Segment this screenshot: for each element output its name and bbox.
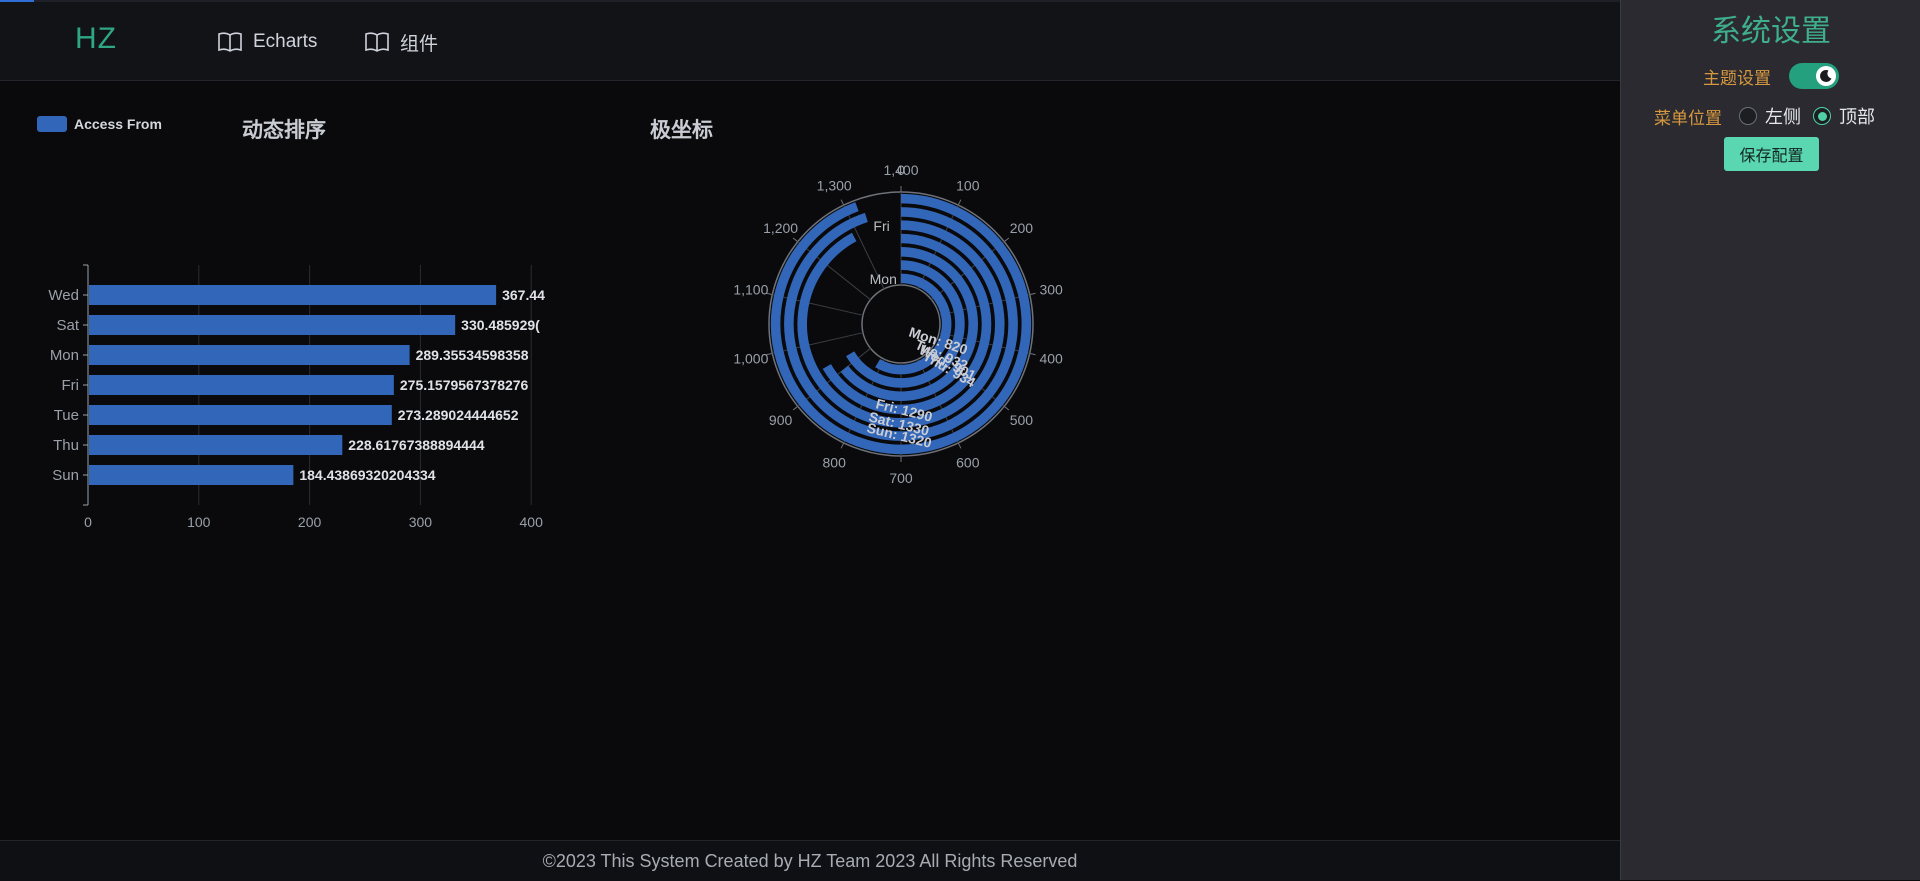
bar <box>89 435 343 455</box>
angle-tick-label: 800 <box>823 455 847 471</box>
app-logo[interactable]: HZ <box>75 22 117 56</box>
category-label: Thu <box>53 437 79 454</box>
polar-tick <box>1029 352 1036 356</box>
bar <box>89 345 410 365</box>
menu-position-top-radio[interactable]: 顶部 <box>1813 103 1875 129</box>
settings-panel: 系统设置 主题设置 菜单位置 左侧 顶部 保存配置 <box>1620 0 1920 880</box>
main-content: Access From 动态排序 0 100 200 300 400 Wed 367.44 S… <box>0 81 1620 841</box>
polar-tick <box>840 442 845 449</box>
nav-label-components: 组件 <box>400 33 439 55</box>
radio-circle-checked <box>1813 107 1831 125</box>
bar <box>89 375 394 395</box>
polar-tick <box>792 237 799 243</box>
category-label: Mon <box>50 347 79 364</box>
menu-position-label: 菜单位置 <box>1654 109 1722 128</box>
angle-tick-label: 900 <box>769 412 793 428</box>
value-label: 289.35534598358 <box>416 347 529 363</box>
theme-setting-label: 主题设置 <box>1703 69 1771 88</box>
angle-tick-label: 1,300 <box>817 177 852 193</box>
radio-label-left: 左侧 <box>1765 107 1801 127</box>
category-label: Wed <box>48 287 79 304</box>
x-tick-label: 300 <box>409 514 433 530</box>
value-label: 367.44 <box>502 287 545 303</box>
value-label: 330.485929( <box>461 317 540 333</box>
bar-chart-title: 动态排序 <box>242 119 326 142</box>
angle-tick-label: 200 <box>1010 220 1034 236</box>
bar <box>89 285 497 305</box>
legend-label: Access From <box>74 116 162 132</box>
book-icon <box>365 32 389 52</box>
angle-tick-label: 100 <box>956 177 980 193</box>
category-label: Sat <box>56 317 79 334</box>
nav-item-components[interactable]: 组件 <box>364 28 438 56</box>
legend-swatch <box>37 116 67 132</box>
radio-label-top: 顶部 <box>1839 107 1875 127</box>
copyright-text: ©2023 This System Created by HZ Team 202… <box>542 851 1078 871</box>
footer: ©2023 This System Created by HZ Team 202… <box>0 840 1620 881</box>
nav-item-echarts[interactable]: Echarts <box>217 28 317 56</box>
polar-tick <box>1003 405 1010 411</box>
angle-tick-label: 1,000 <box>733 350 768 366</box>
angle-tick-label: 700 <box>889 470 913 486</box>
category-label: Sun <box>52 467 79 484</box>
radial-category-label: Fri <box>873 218 889 234</box>
polar-tick <box>957 442 962 449</box>
category-label: Fri <box>62 377 80 394</box>
polar-tick <box>792 405 799 411</box>
bar-chart: 0 100 200 300 400 Wed 367.44 Sat 330.485929( Mon 2… <box>48 181 560 541</box>
polar-tick <box>1029 292 1036 296</box>
value-label: 275.1579567378276 <box>400 377 529 393</box>
menu-position-left-radio[interactable]: 左侧 <box>1739 103 1801 129</box>
value-label: 184.43869320204334 <box>299 467 435 483</box>
top-header: HZ Echarts 组件 <box>0 2 1620 81</box>
radial-category-label: Mon <box>870 271 897 287</box>
book-icon <box>218 32 242 52</box>
angle-tick-label: 500 <box>1010 412 1034 428</box>
category-label: Tue <box>54 407 79 424</box>
angle-tick-label: 400 <box>1039 350 1063 366</box>
nav-label-echarts: Echarts <box>253 31 318 52</box>
polar-tick <box>1003 237 1010 243</box>
angle-tick-label: 1,200 <box>763 220 798 236</box>
bar-chart-legend[interactable]: Access From <box>37 116 162 132</box>
x-tick-label: 100 <box>187 514 211 530</box>
polar-tick <box>957 199 962 206</box>
angle-tick-label: 1,100 <box>733 282 768 298</box>
angle-tick-label: 600 <box>956 455 980 471</box>
save-config-button[interactable]: 保存配置 <box>1724 137 1819 171</box>
x-tick-label: 400 <box>520 514 544 530</box>
bar <box>89 315 456 335</box>
angle-tick-label: 1,400 <box>883 162 918 178</box>
polar-tick <box>840 199 845 206</box>
theme-toggle[interactable] <box>1789 63 1839 89</box>
polar-chart: 01002003004005006007008009001,0001,1001,… <box>733 162 1063 486</box>
bar <box>89 465 294 485</box>
value-label: 228.61767388894444 <box>348 437 484 453</box>
x-tick-label: 0 <box>84 514 92 530</box>
angle-tick-label: 300 <box>1039 282 1063 298</box>
moon-icon <box>1816 66 1836 86</box>
bar <box>89 405 392 425</box>
label-clip <box>545 181 560 541</box>
value-label: 273.289024444652 <box>398 407 519 423</box>
radio-circle <box>1739 107 1757 125</box>
x-tick-label: 200 <box>298 514 322 530</box>
settings-title: 系统设置 <box>1711 15 1831 48</box>
